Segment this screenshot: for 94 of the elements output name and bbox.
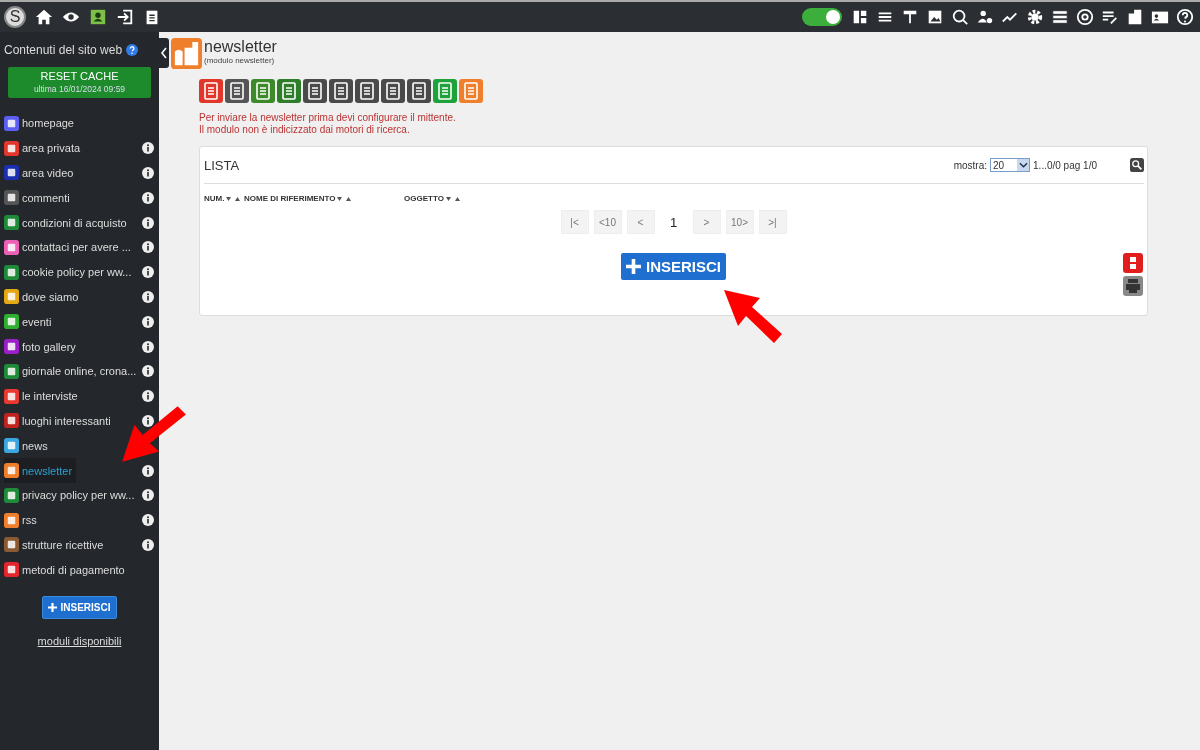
- show-label: mostra:: [953, 159, 988, 171]
- list-title: LISTA: [204, 157, 240, 173]
- search-icon[interactable]: [951, 8, 969, 26]
- column-header[interactable]: OGGETTO: [404, 194, 444, 203]
- newsletter-icon: [171, 38, 202, 69]
- info-icon[interactable]: [142, 241, 154, 254]
- page-button[interactable]: >: [692, 210, 721, 234]
- tool-icon[interactable]: [407, 79, 431, 103]
- info-icon[interactable]: [142, 365, 154, 378]
- info-icon[interactable]: [142, 167, 154, 179]
- info-icon[interactable]: [142, 142, 154, 155]
- tool-icon[interactable]: [329, 79, 353, 103]
- info-icon[interactable]: [142, 216, 154, 229]
- sidebar-item[interactable]: contattaci per avere ...: [4, 235, 135, 260]
- tool-icon[interactable]: [303, 79, 327, 103]
- sidebar-item[interactable]: cookie policy per ww...: [4, 259, 136, 285]
- sidebar-item[interactable]: giornale online, crona...: [4, 358, 141, 384]
- sidebar-item[interactable]: eventi: [4, 309, 56, 335]
- image-icon[interactable]: [926, 8, 944, 26]
- info-icon[interactable]: [142, 390, 154, 403]
- page-button[interactable]: |<: [560, 210, 589, 234]
- collapse-tab[interactable]: [159, 38, 169, 68]
- help-icon[interactable]: [1176, 8, 1194, 26]
- contact-icon[interactable]: [89, 8, 107, 26]
- page-button[interactable]: <: [626, 210, 655, 234]
- info-icon[interactable]: [142, 340, 154, 353]
- reset-cache-button[interactable]: RESET CACHE ultima 16/01/2024 09:59: [8, 67, 151, 98]
- print-icon[interactable]: [1123, 276, 1143, 296]
- page-button[interactable]: 10>: [725, 210, 754, 234]
- plus-icon: [48, 603, 58, 613]
- sidebar-item[interactable]: strutture ricettive: [4, 532, 108, 558]
- sidebar-item[interactable]: luoghi interessanti: [4, 408, 115, 434]
- layout-icon[interactable]: [851, 8, 869, 26]
- sidebar-item[interactable]: homepage: [4, 111, 78, 136]
- page-button[interactable]: 1: [659, 210, 688, 234]
- module-title: newsletter: [204, 38, 277, 56]
- module-subtitle: (modulo newsletter): [204, 56, 276, 65]
- sidebar-item[interactable]: privacy policy per ww...: [4, 482, 139, 508]
- page-button[interactable]: <10: [593, 210, 622, 234]
- home-icon[interactable]: [35, 8, 53, 26]
- sidebar-item[interactable]: news: [4, 433, 52, 459]
- sidebar-item[interactable]: area privata: [4, 135, 85, 161]
- tool-icon[interactable]: [433, 79, 457, 103]
- info-icon[interactable]: [142, 290, 154, 303]
- plus-icon: [626, 259, 641, 274]
- delete-icon[interactable]: [1123, 253, 1143, 273]
- tool-icon[interactable]: [225, 79, 249, 103]
- sidebar-item[interactable]: foto gallery: [4, 334, 80, 359]
- warning-text: Il modulo non è indicizzato dai motori di ricerca.: [199, 124, 411, 136]
- available-modules-link[interactable]: moduli disponibili: [37, 635, 122, 648]
- sidebar-item[interactable]: commenti: [4, 185, 74, 211]
- sidebar-item[interactable]: rss: [4, 507, 41, 533]
- info-icon[interactable]: [142, 191, 154, 204]
- insert-button[interactable]: INSERISCI: [42, 596, 117, 620]
- login-icon[interactable]: [116, 8, 134, 26]
- tool-icon[interactable]: [199, 79, 223, 103]
- info-icon[interactable]: [142, 464, 154, 477]
- info-icon[interactable]: [142, 489, 154, 502]
- sidebar-item[interactable]: condizioni di acquisto: [4, 210, 131, 235]
- insert-button[interactable]: INSERISCI: [621, 253, 726, 280]
- info-icon[interactable]: [142, 538, 154, 551]
- sidebar-item[interactable]: metodi di pagamento: [4, 557, 129, 583]
- sidebar-item[interactable]: le interviste: [4, 383, 82, 409]
- sort-icon[interactable]: [226, 195, 241, 202]
- help-icon[interactable]: [126, 44, 139, 56]
- logo[interactable]: S: [4, 6, 26, 28]
- info-icon[interactable]: [142, 266, 154, 279]
- tool-icon[interactable]: [277, 79, 301, 103]
- sidebar-title: Contenuti del sito web: [4, 43, 123, 57]
- sort-icon[interactable]: [445, 195, 460, 202]
- info-icon[interactable]: [142, 414, 154, 427]
- settings-icon[interactable]: [1026, 8, 1044, 26]
- search-icon[interactable]: [1130, 158, 1144, 172]
- list-icon[interactable]: [1051, 8, 1069, 26]
- tool-icon[interactable]: [381, 79, 405, 103]
- chevron-down-icon: [1018, 162, 1028, 168]
- column-header[interactable]: NUM.: [204, 194, 225, 203]
- chevron-left-icon: [160, 47, 168, 59]
- tool-icon[interactable]: [355, 79, 379, 103]
- document-icon[interactable]: [1126, 8, 1144, 26]
- range-text: 1...0/0 pag 1/0: [1033, 159, 1097, 171]
- sidebar-item[interactable]: newsletter: [4, 458, 77, 483]
- column-header[interactable]: NOME DI RIFERIMENTO: [244, 194, 336, 203]
- info-icon[interactable]: [142, 514, 154, 527]
- toggle-switch[interactable]: [802, 8, 842, 26]
- user-settings-icon[interactable]: [976, 8, 994, 26]
- warning-text: Per inviare la newsletter prima devi configurare il mittente.: [199, 112, 457, 124]
- page-button[interactable]: >|: [758, 210, 787, 234]
- tool-icon[interactable]: [251, 79, 275, 103]
- info-icon[interactable]: [142, 315, 154, 328]
- sidebar-item[interactable]: area video: [4, 160, 78, 186]
- page-size-select[interactable]: 20: [990, 158, 1031, 172]
- sort-icon[interactable]: [337, 195, 352, 202]
- sidebar-item[interactable]: dove siamo: [4, 284, 83, 310]
